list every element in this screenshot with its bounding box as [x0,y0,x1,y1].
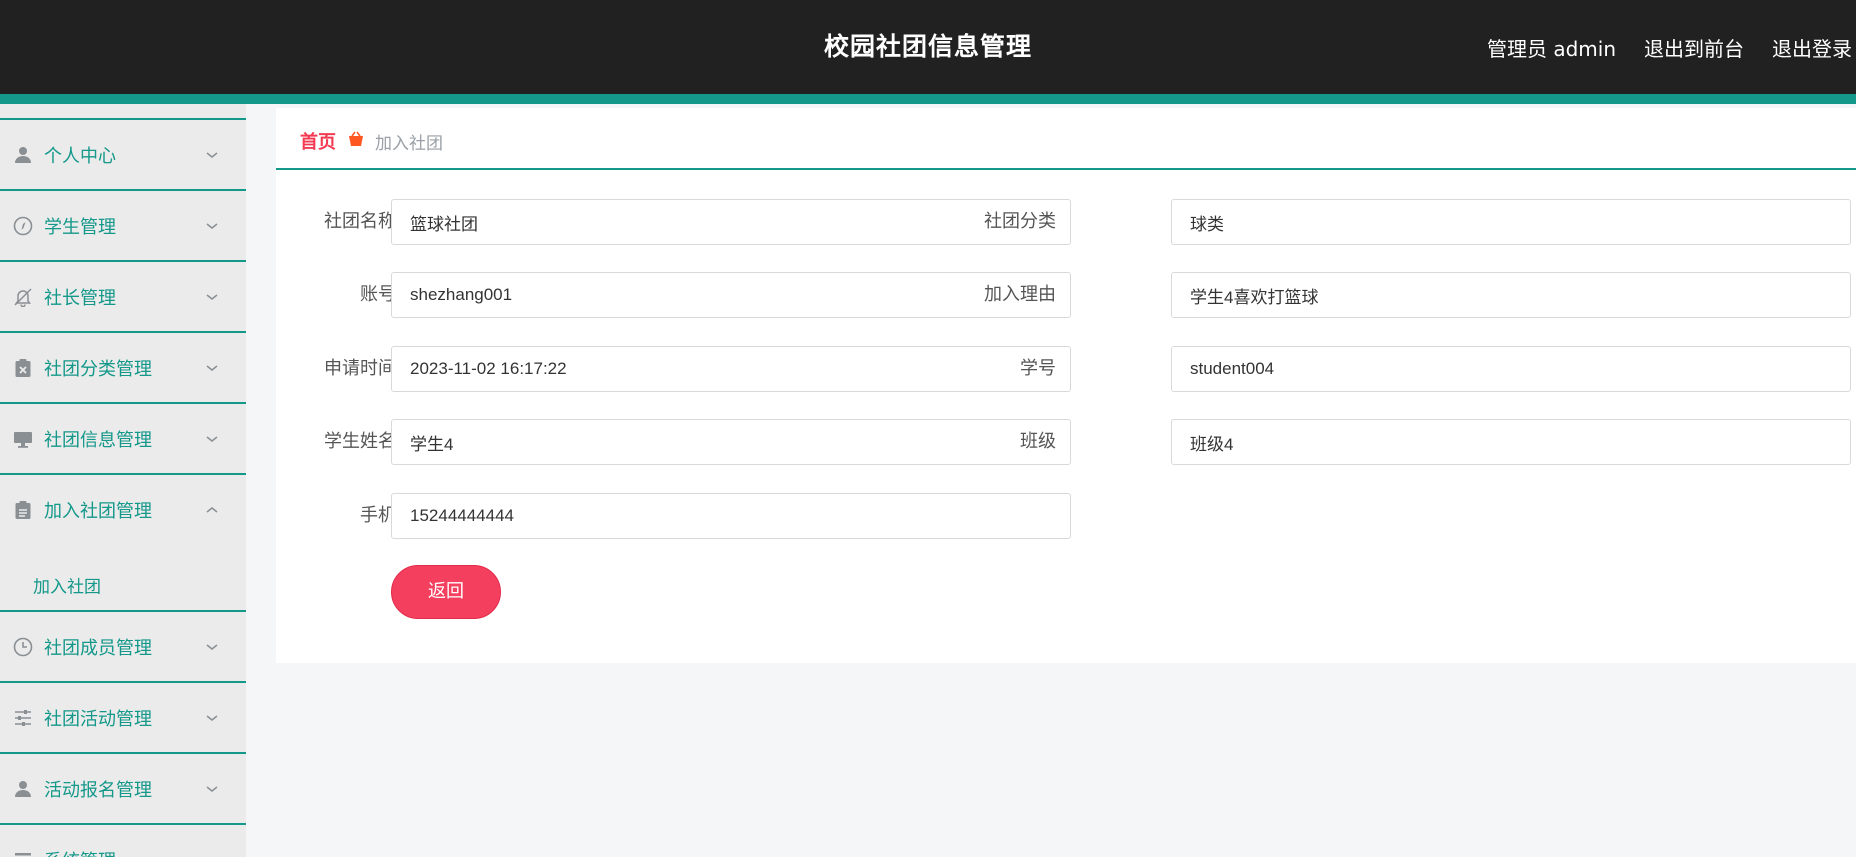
sidebar-item-label: 社团信息管理 [44,429,152,451]
chevron-down-icon [204,289,220,305]
main-panel: 首页 加入社团 社团名称 社团分类 账号 加入理由 申请时间 学号 学生姓名 班… [276,108,1856,663]
logout-link[interactable]: 退出登录 [1772,33,1852,62]
clipboard-icon [13,500,33,520]
sidebar-item-member-management[interactable]: 社团成员管理 [0,610,246,681]
chevron-down-icon [204,710,220,726]
join-reason-input[interactable] [1171,272,1851,318]
chevron-down-icon [204,852,220,857]
breadcrumb-home-link[interactable]: 首页 [300,128,336,154]
phone-input[interactable] [391,493,1071,539]
sidebar-item-label: 社团分类管理 [44,358,152,380]
student-id-label: 学号 [1020,358,1056,379]
sidebar-subitem-join-club[interactable]: 加入社团 [0,555,246,615]
user-icon [13,779,33,799]
sidebar-item-registration-management[interactable]: 活动报名管理 [0,752,246,823]
header-links: 管理员 admin 退出到前台 退出登录 [1487,0,1852,94]
compass-icon [13,216,33,236]
breadcrumb: 首页 加入社团 [276,108,1856,170]
bell-off-icon [13,287,33,307]
menu-icon [13,850,33,857]
apply-time-label: 申请时间 [324,358,396,379]
sidebar-item-label: 社长管理 [44,287,116,309]
clipboard-x-icon [13,358,33,378]
sidebar-item-activity-management[interactable]: 社团活动管理 [0,681,246,752]
sliders-icon [13,708,33,728]
sidebar-item-system-management[interactable]: 系统管理 [0,823,246,857]
join-reason-label: 加入理由 [984,284,1056,305]
sidebar-item-club-info-management[interactable]: 社团信息管理 [0,402,246,473]
monitor-icon [13,429,33,449]
admin-user-label[interactable]: 管理员 admin [1487,33,1616,62]
sidebar-subitem-label: 加入社团 [33,577,101,598]
exit-to-frontend-link[interactable]: 退出到前台 [1644,33,1744,62]
sidebar-item-label: 社团活动管理 [44,708,152,730]
account-label: 账号 [360,284,396,305]
chevron-down-icon [204,147,220,163]
student-id-input[interactable] [1171,346,1851,392]
back-button[interactable]: 返回 [391,565,501,619]
sidebar-item-president-management[interactable]: 社长管理 [0,260,246,331]
sidebar-item-category-management[interactable]: 社团分类管理 [0,331,246,402]
chevron-down-icon [204,781,220,797]
sidebar-item-label: 个人中心 [44,145,116,167]
class-label: 班级 [1020,431,1056,452]
club-name-label: 社团名称 [324,211,396,232]
sidebar-item-label: 系统管理 [44,847,116,857]
clock-icon [13,637,33,657]
chevron-up-icon [204,502,220,518]
club-category-label: 社团分类 [984,211,1056,232]
sidebar-item-label: 活动报名管理 [44,779,152,801]
sidebar: 个人中心 学生管理 社长管理 社团分类管理 社团信息管理 加入社团管理 加入社团… [0,104,246,857]
sidebar-item-label: 加入社团管理 [44,500,152,522]
sidebar-item-label: 社团成员管理 [44,637,152,659]
user-icon [13,145,33,165]
sidebar-item-label: 学生管理 [44,216,116,238]
top-header: 校园社团信息管理 管理员 admin 退出到前台 退出登录 [0,0,1856,94]
sidebar-item-join-club-management[interactable]: 加入社团管理 [0,473,246,544]
club-category-input[interactable] [1171,199,1851,245]
phone-label: 手机 [360,505,396,526]
header-accent-bar [0,94,1856,104]
chevron-down-icon [204,360,220,376]
breadcrumb-current: 加入社团 [375,134,443,154]
chevron-down-icon [204,218,220,234]
basket-icon [347,130,365,148]
sidebar-item-student-management[interactable]: 学生管理 [0,189,246,260]
sidebar-item-personal-center[interactable]: 个人中心 [0,118,246,189]
student-name-label: 学生姓名 [324,431,396,452]
chevron-down-icon [204,431,220,447]
class-input[interactable] [1171,419,1851,465]
chevron-down-icon [204,639,220,655]
